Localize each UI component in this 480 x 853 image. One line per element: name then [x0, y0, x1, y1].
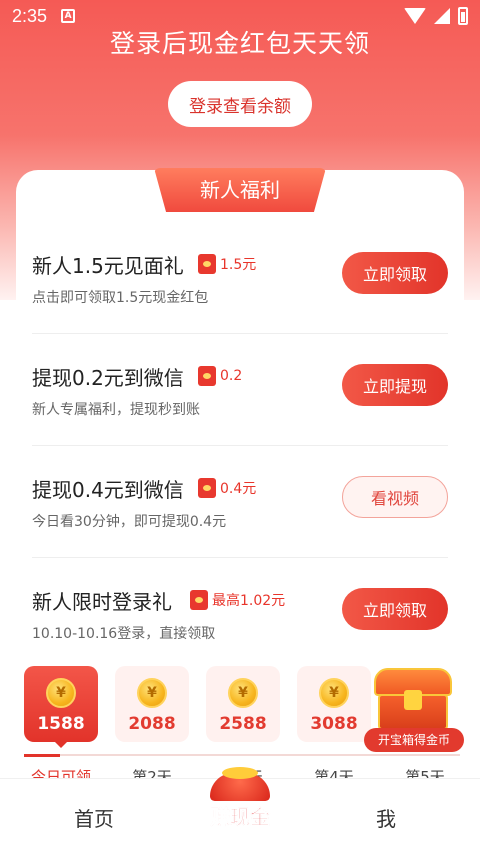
task-title: 新人1.5元见面礼 [32, 254, 184, 278]
notification-icon: A [61, 9, 76, 23]
task-reward: 0.2 [198, 366, 242, 386]
claim-button[interactable]: 立即领取 [342, 588, 448, 630]
day-amount: 2588 [219, 714, 267, 734]
red-packet-icon [198, 478, 216, 498]
task-title: 新人限时登录礼 [32, 590, 172, 614]
task-item: 提现0.2元到微信 0.2 新人专属福利，提现秒到账 立即提现 [32, 362, 448, 472]
nav-earn-cash[interactable]: 赚现金 [196, 767, 284, 833]
page-headline: 登录后现金红包天天领 [109, 29, 370, 58]
pointer-icon [55, 742, 67, 748]
chest-caption[interactable]: 开宝箱得金币 [364, 728, 464, 752]
gold-coin-icon: ¥ [319, 678, 349, 708]
nav-me[interactable]: 我 [376, 803, 396, 832]
task-title: 提现0.2元到微信 [32, 366, 184, 390]
withdraw-button[interactable]: 立即提现 [342, 364, 448, 406]
task-reward: 0.4元 [198, 478, 256, 498]
checkin-day-4[interactable]: ¥ 3088 [297, 666, 371, 742]
day-amount: 3088 [310, 714, 358, 734]
divider [32, 557, 448, 558]
watch-video-button[interactable]: 看视频 [342, 476, 448, 518]
claim-button[interactable]: 立即领取 [342, 252, 448, 294]
section-tab-newbie: 新人福利 [154, 168, 326, 212]
task-reward-amount: 1.5元 [220, 257, 257, 273]
gold-coin-icon: ¥ [228, 678, 258, 708]
task-desc: 新人专属福利，提现秒到账 [32, 402, 200, 418]
task-item: 新人1.5元见面礼 1.5元 点击即可领取1.5元现金红包 立即领取 [32, 250, 448, 360]
checkin-day-1[interactable]: ¥ 1588 [24, 666, 98, 748]
task-desc: 今日看30分钟，即可提现0.4元 [32, 514, 227, 530]
task-item: 提现0.4元到微信 0.4元 今日看30分钟，即可提现0.4元 看视频 [32, 474, 448, 584]
task-title: 提现0.4元到微信 [32, 478, 184, 502]
nav-earn-cash-label: 赚现金 [210, 805, 271, 830]
task-reward: 1.5元 [198, 254, 256, 274]
signal-icon [434, 8, 450, 24]
wifi-icon [404, 8, 426, 24]
red-packet-icon [198, 254, 216, 274]
task-reward-amount: 最高1.02元 [212, 593, 286, 609]
day-amount: 1588 [37, 714, 85, 734]
battery-icon [458, 7, 468, 25]
checkin-day-3[interactable]: ¥ 2588 [206, 666, 280, 742]
login-balance-button[interactable]: 登录查看余额 [168, 81, 312, 127]
divider [32, 333, 448, 334]
checkin-progress-fill [24, 754, 60, 757]
status-icons [404, 7, 468, 25]
task-reward-amount: 0.2 [220, 368, 243, 384]
money-bag-icon [210, 767, 270, 801]
red-packet-icon [190, 590, 208, 610]
checkin-progress-track [60, 754, 460, 756]
gold-coin-icon: ¥ [46, 678, 76, 708]
task-reward-amount: 0.4元 [220, 481, 257, 497]
treasure-chest-icon[interactable] [370, 668, 456, 732]
task-desc: 10.10-10.16登录，直接领取 [32, 626, 216, 642]
bottom-nav: 首页 赚现金 我 [0, 767, 480, 853]
task-desc: 点击即可领取1.5元现金红包 [32, 290, 209, 306]
divider [32, 445, 448, 446]
task-reward: 最高1.02元 [190, 590, 285, 610]
day-amount: 2088 [128, 714, 176, 734]
red-packet-icon [198, 366, 216, 386]
lock-icon [404, 690, 422, 710]
nav-home[interactable]: 首页 [74, 803, 114, 832]
gold-coin-icon: ¥ [137, 678, 167, 708]
checkin-day-2[interactable]: ¥ 2088 [115, 666, 189, 742]
